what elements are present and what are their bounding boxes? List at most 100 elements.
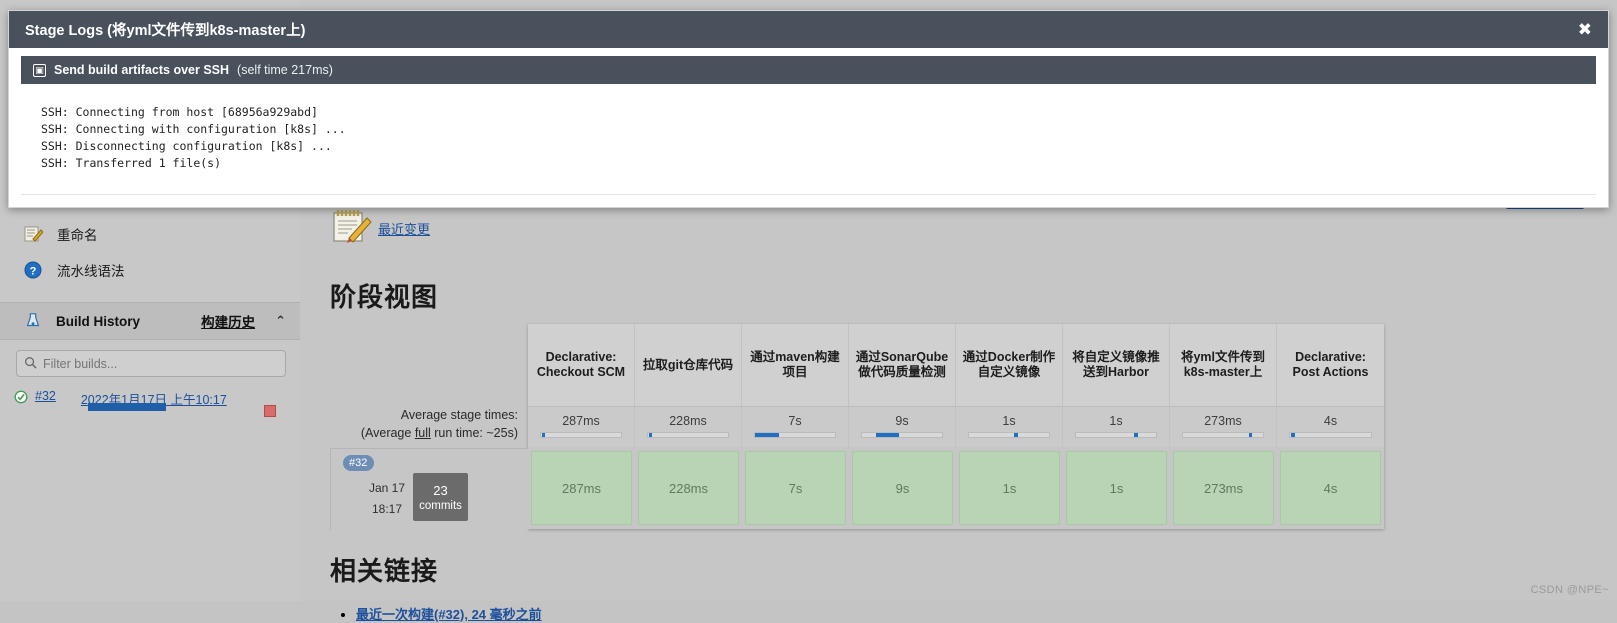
stage-column: 将自定义镜像推送到Harbor 1s 1s — [1063, 324, 1170, 529]
stage-build-cell[interactable]: 1s — [1066, 451, 1167, 525]
stage-duration-bar — [861, 432, 944, 438]
stage-average-value: 287ms — [562, 414, 600, 428]
stage-header-cell: 通过Docker制作自定义镜像 — [956, 324, 1063, 406]
stage-build-cell[interactable]: 9s — [852, 451, 953, 525]
stage-average-cell: 287ms — [528, 406, 635, 447]
stage-column: 拉取git仓库代码 228ms 228ms — [635, 324, 742, 529]
success-icon — [14, 390, 28, 407]
stage-header-cell: 通过maven构建项目 — [742, 324, 849, 406]
stage-grid: Declarative: Checkout SCM287ms287ms拉取git… — [528, 324, 1384, 529]
stage-average-value: 9s — [895, 414, 908, 428]
filter-builds-wrap — [0, 340, 300, 383]
related-links-title: 相关链接 — [330, 551, 1617, 588]
stage-duration-bar — [647, 432, 730, 438]
stage-build-cell[interactable]: 4s — [1280, 451, 1381, 525]
stage-view-title: 阶段视图 — [330, 277, 1617, 314]
watermark: CSDN @NPE~ — [1531, 584, 1609, 596]
stage-header-cell: 将yml文件传到k8s-master上 — [1170, 324, 1277, 406]
modal-title-text: Stage Logs (将yml文件传到k8s-master上) — [25, 19, 1574, 40]
log-line: SSH: Disconnecting configuration [k8s] .… — [41, 138, 1596, 155]
stage-duration-bar — [1075, 432, 1158, 438]
stage-logs-modal: Stage Logs (将yml文件传到k8s-master上) ✖ ▣ Sen… — [8, 10, 1609, 208]
modal-body: ▣ Send build artifacts over SSH (self ti… — [9, 48, 1608, 207]
sidebar-item-rename[interactable]: 重命名 — [0, 216, 300, 252]
stage-average-value: 228ms — [669, 414, 707, 428]
stage-view: Average stage times: (Average full run t… — [330, 324, 1617, 529]
stage-column: Declarative: Post Actions 4s 4s — [1277, 324, 1384, 529]
chevron-up-icon[interactable]: ⌃ — [275, 313, 286, 329]
related-links: 最近一次构建(#32), 24 毫秒之前 — [330, 604, 1617, 623]
build-history-row[interactable]: #32 2022年1月17日 上午10:17 — [0, 383, 300, 408]
build-date: Jan 17 — [361, 481, 413, 495]
build-history-title-zh[interactable]: 构建历史 — [201, 311, 255, 331]
build-number-badge[interactable]: #32 — [343, 455, 374, 471]
build-time: 18:17 — [361, 502, 413, 516]
recent-changes-link[interactable]: 最近变更 — [378, 219, 430, 238]
commits-badge[interactable]: 23 commits — [413, 473, 468, 521]
rename-icon — [22, 223, 44, 245]
stage-header-cell: 将自定义镜像推送到Harbor — [1063, 324, 1170, 406]
stage-average-value: 273ms — [1204, 414, 1242, 428]
notepad-icon — [330, 206, 374, 251]
build-meta-inner: Jan 17 18:17 23 commits — [361, 473, 468, 521]
stage-column: 通过Docker制作自定义镜像 1s 1s — [956, 324, 1063, 529]
step-name: Send build artifacts over SSH — [54, 63, 229, 77]
stage-build-cell[interactable]: 7s — [745, 451, 846, 525]
stage-duration-bar — [1182, 432, 1265, 438]
commits-count: 23 — [433, 483, 447, 498]
stage-build-cell[interactable]: 273ms — [1173, 451, 1274, 525]
stage-header-cell: 拉取git仓库代码 — [635, 324, 742, 406]
stage-average-cell: 273ms — [1170, 406, 1277, 447]
avg-stage-times-label: Average stage times: — [330, 406, 518, 424]
log-line: SSH: Connecting with configuration [k8s]… — [41, 121, 1596, 138]
average-times-labels: Average stage times: (Average full run t… — [330, 324, 528, 442]
stage-average-value: 1s — [1109, 414, 1122, 428]
build-history-header[interactable]: Build History 构建历史 ⌃ — [0, 302, 300, 340]
build-meta-cell: #32 Jan 17 18:17 23 commits — [330, 448, 528, 530]
log-line: SSH: Connecting from host [68956a929abd] — [41, 104, 1596, 121]
stage-duration-bar — [540, 432, 623, 438]
stage-column: 通过SonarQube做代码质量检测 9s 9s — [849, 324, 956, 529]
stage-column: Declarative: Checkout SCM 287ms 287ms — [528, 324, 635, 529]
log-step-header[interactable]: ▣ Send build artifacts over SSH (self ti… — [21, 56, 1596, 84]
list-item: 最近一次构建(#32), 24 毫秒之前 — [356, 604, 1617, 623]
build-number-link[interactable]: #32 — [35, 389, 56, 403]
avg-full-run-time-label: (Average full run time: ~25s) — [330, 424, 518, 442]
stage-duration-bar — [754, 432, 837, 438]
stage-column: 将yml文件传到k8s-master上 273ms 273ms — [1170, 324, 1277, 529]
stage-duration-bar — [968, 432, 1051, 438]
modal-title-bar: Stage Logs (将yml文件传到k8s-master上) ✖ — [9, 11, 1608, 48]
related-links-list: 最近一次构建(#32), 24 毫秒之前 — [356, 604, 1617, 623]
build-history-icon — [22, 310, 44, 332]
stage-average-cell: 7s — [742, 406, 849, 447]
recent-changes[interactable]: 最近变更 — [330, 206, 1617, 251]
commits-label: commits — [419, 500, 462, 512]
step-self-time: (self time 217ms) — [237, 63, 333, 77]
stage-header-cell: 通过SonarQube做代码质量检测 — [849, 324, 956, 406]
stage-average-cell: 228ms — [635, 406, 742, 447]
log-output: SSH: Connecting from host [68956a929abd]… — [21, 84, 1596, 195]
stage-build-cell[interactable]: 228ms — [638, 451, 739, 525]
stage-average-cell: 1s — [956, 406, 1063, 447]
build-progress-bar — [88, 403, 166, 411]
stage-average-value: 4s — [1324, 414, 1337, 428]
sidebar-item-label: 重命名 — [57, 224, 98, 244]
sidebar-item-pipeline-syntax[interactable]: ? 流水线语法 — [0, 252, 300, 288]
terminal-icon: ▣ — [33, 64, 46, 77]
stage-average-value: 1s — [1002, 414, 1015, 428]
stage-build-cell[interactable]: 1s — [959, 451, 1060, 525]
stage-duration-bar — [1289, 432, 1373, 438]
last-build-link[interactable]: 最近一次构建(#32), 24 毫秒之前 — [356, 607, 542, 622]
stage-header-cell: Declarative: Post Actions — [1277, 324, 1384, 406]
stage-build-cell[interactable]: 287ms — [531, 451, 632, 525]
close-icon[interactable]: ✖ — [1574, 19, 1596, 40]
stage-column: 通过maven构建项目 7s 7s — [742, 324, 849, 529]
filter-builds-input[interactable] — [16, 350, 286, 377]
stage-header-cell: Declarative: Checkout SCM — [528, 324, 635, 406]
delete-build-icon[interactable] — [264, 405, 276, 417]
stage-average-cell: 4s — [1277, 406, 1384, 447]
stage-average-value: 7s — [788, 414, 801, 428]
build-date-block: Jan 17 18:17 — [361, 473, 413, 521]
help-icon: ? — [22, 259, 44, 281]
svg-text:?: ? — [30, 266, 37, 278]
